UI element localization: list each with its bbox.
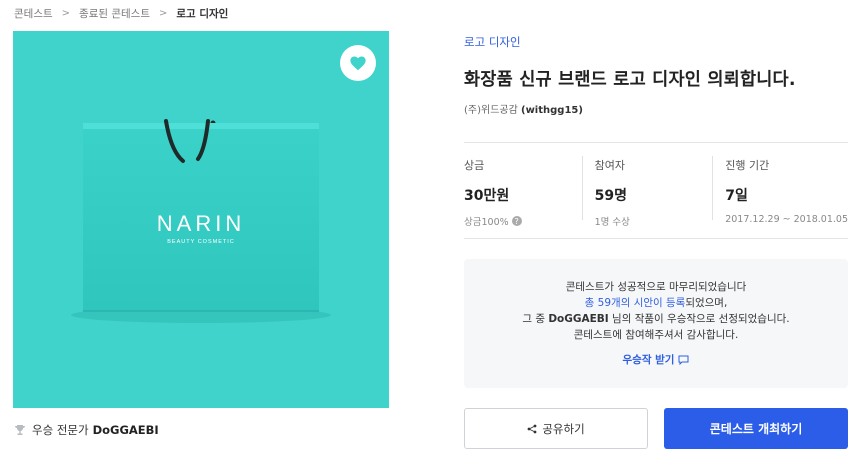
stat-label: 상금 xyxy=(464,159,485,172)
notice-line: 콘테스트에 참여해주셔서 감사합니다. xyxy=(573,329,739,341)
breadcrumb-contest[interactable]: 콘테스트 xyxy=(14,6,53,21)
stat-sub: 1명 수상 xyxy=(594,217,630,228)
breadcrumb-current: 로고 디자인 xyxy=(176,8,229,20)
notice-text: 그 중 xyxy=(522,313,549,325)
stat-label: 참여자 xyxy=(594,159,625,172)
heart-icon xyxy=(350,56,366,71)
info-icon[interactable]: ? xyxy=(511,216,522,226)
favorite-button[interactable] xyxy=(340,45,376,81)
comment-icon xyxy=(678,355,689,365)
share-button[interactable]: 공유하기 xyxy=(464,408,648,449)
winner-nickname: DoGGAEBI xyxy=(548,313,609,325)
contest-stats: 상금 30만원 상금100% ? 참여자 59명 1명 수상 진행 기간 7일 … xyxy=(464,142,848,239)
trophy-icon xyxy=(14,424,26,436)
stat-participants: 참여자 59명 1명 수상 xyxy=(581,143,713,238)
contest-host: (주)위드공감 (withgg15) xyxy=(464,101,583,116)
stat-value: 30만원 xyxy=(464,188,510,204)
contest-category[interactable]: 로고 디자인 xyxy=(464,34,521,50)
stat-label: 진행 기간 xyxy=(725,159,770,172)
winner-info: 우승 전문가 DoGGAEBI xyxy=(14,422,159,438)
stat-prize: 상금 30만원 상금100% ? xyxy=(464,143,582,238)
notice-text: 되었으며, xyxy=(685,297,728,309)
notice-line: 총 59개의 시안이 등록되었으며, xyxy=(464,295,848,311)
host-company: (주)위드공감 xyxy=(464,105,518,116)
prize-guarantee-text: 상금100% xyxy=(464,217,509,228)
winner-name[interactable]: DoGGAEBI xyxy=(93,423,159,437)
stat-sub: 2017.12.29 ~ 2018.01.05 xyxy=(725,214,849,225)
breadcrumb: 콘테스트 > 종료된 콘테스트 > 로고 디자인 xyxy=(14,6,228,21)
download-winning-entry-link[interactable]: 우승작 받기 xyxy=(623,352,690,368)
stat-value: 59명 xyxy=(594,188,627,204)
chevron-right-icon: > xyxy=(61,8,71,19)
notice-line: 콘테스트가 성공적으로 마무리되었습니다 xyxy=(565,281,747,293)
contest-image: NARIN BEAUTY COSMETIC xyxy=(13,31,389,408)
stat-value: 7일 xyxy=(725,188,748,204)
chevron-right-icon: > xyxy=(159,8,168,19)
host-contest-button[interactable]: 콘테스트 개최하기 xyxy=(664,408,848,449)
breadcrumb-ended-contest[interactable]: 종료된 콘테스트 xyxy=(79,6,150,21)
stat-period: 진행 기간 7일 2017.12.29 ~ 2018.01.05 xyxy=(712,143,848,238)
contest-result-notice: 콘테스트가 성공적으로 마무리되었습니다 총 59개의 시안이 등록되었으며, … xyxy=(464,259,848,388)
notice-line: 그 중 DoGGAEBI 님의 작품이 우승작으로 선정되었습니다. xyxy=(464,311,848,327)
share-button-label: 공유하기 xyxy=(542,421,585,436)
bag-brand-text: NARIN xyxy=(157,211,245,236)
contest-title: 화장품 신규 브랜드 로고 디자인 의뢰합니다. xyxy=(464,70,796,90)
shopping-bag-illustration: NARIN BEAUTY COSMETIC xyxy=(71,119,331,323)
notice-text: 님의 작품이 우승작으로 선정되었습니다. xyxy=(608,313,790,325)
bag-brand-subtext: BEAUTY COSMETIC xyxy=(167,239,234,245)
award-link-label: 우승작 받기 xyxy=(622,354,675,366)
share-icon xyxy=(527,424,537,434)
stat-sub: 상금100% ? xyxy=(464,214,582,228)
host-id: (withgg15) xyxy=(521,105,583,116)
entries-link[interactable]: 총 59개의 시안이 등록 xyxy=(585,297,686,309)
winner-label: 우승 전문가 xyxy=(32,423,89,437)
